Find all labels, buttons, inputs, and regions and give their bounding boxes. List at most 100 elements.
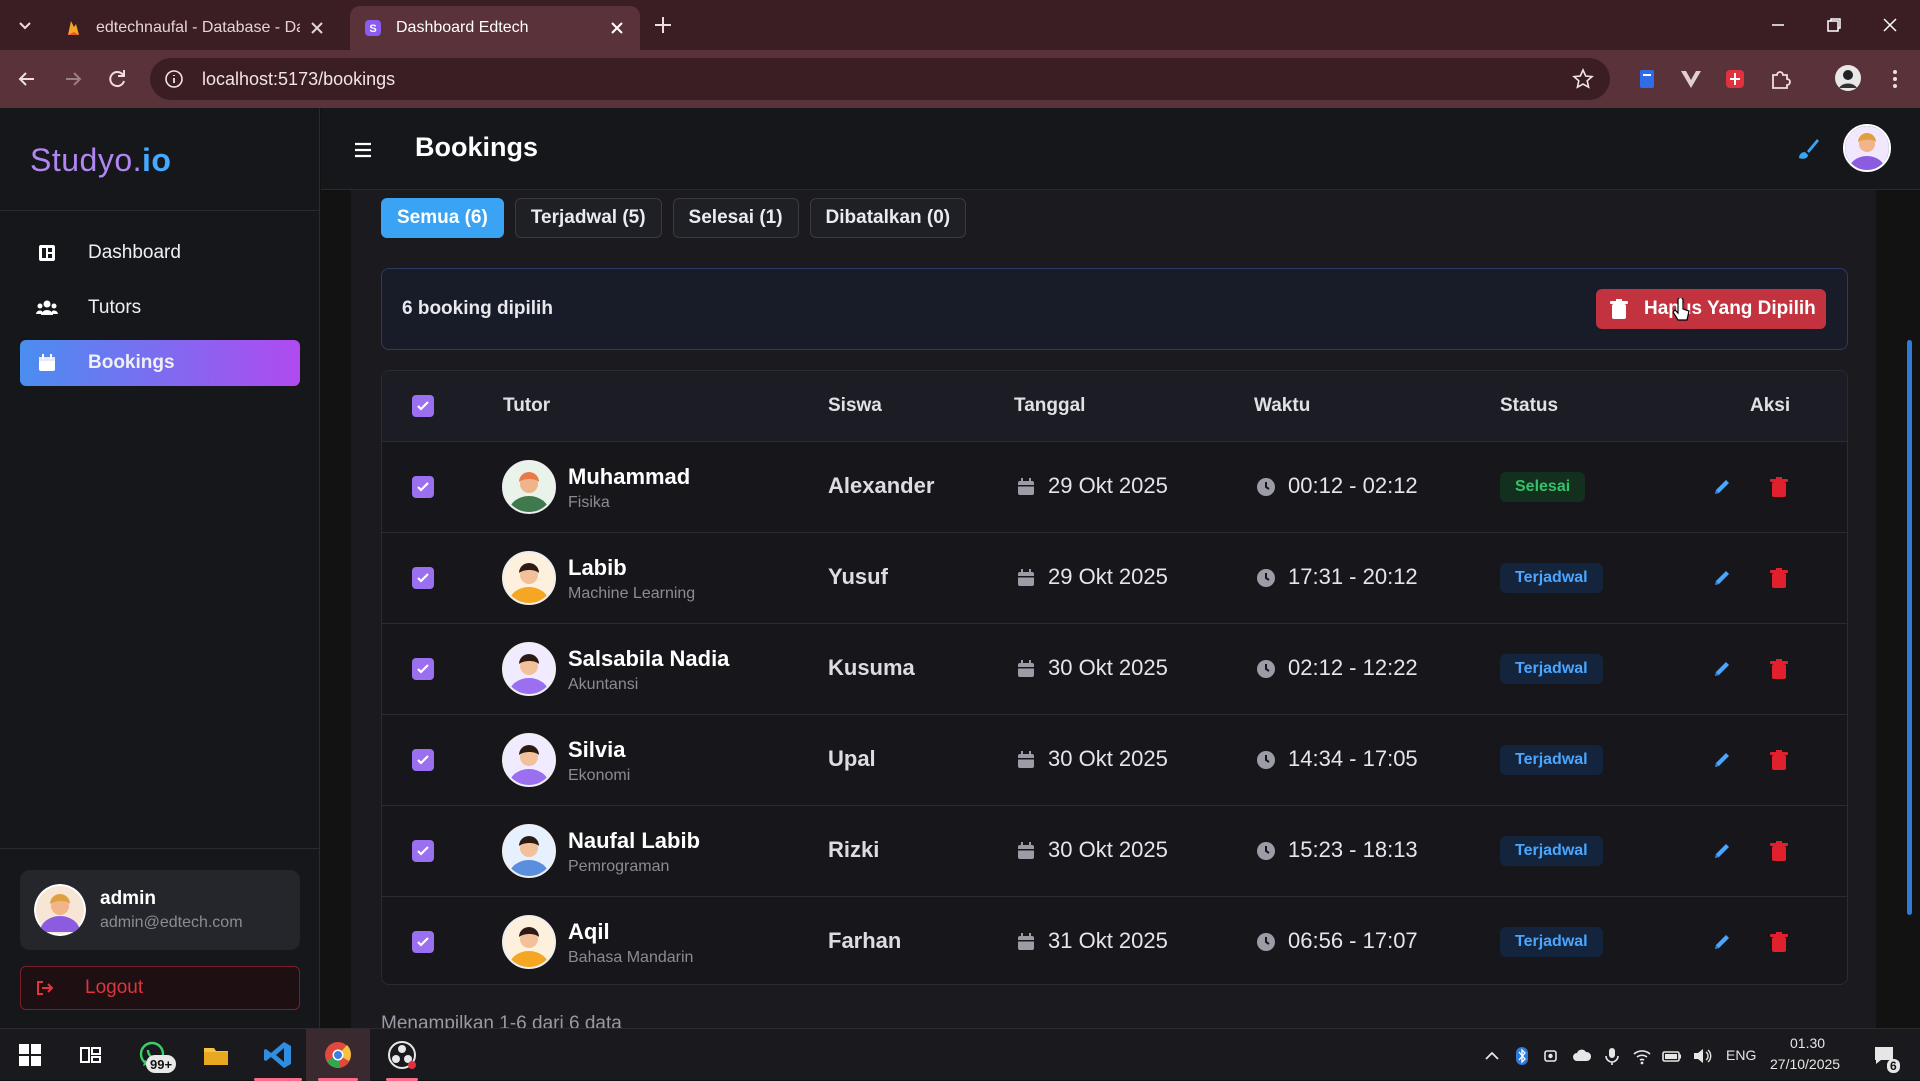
edit-pencil-icon[interactable] — [1712, 659, 1732, 679]
more-menu-icon[interactable] — [1882, 66, 1908, 92]
row-checkbox[interactable] — [412, 476, 434, 498]
logout-button[interactable]: Logout — [20, 966, 300, 1010]
edit-pencil-icon[interactable] — [1712, 477, 1732, 497]
row-checkbox[interactable] — [412, 567, 434, 589]
table-row[interactable]: Labib Machine Learning Yusuf 29 Okt 2025 17:… — [382, 532, 1847, 623]
trash-icon[interactable] — [1770, 750, 1788, 770]
tutor-avatar — [502, 915, 556, 969]
file-explorer-icon[interactable] — [200, 1039, 232, 1071]
filter-all[interactable]: Semua (6) — [381, 198, 504, 238]
minimize-button[interactable] — [1750, 0, 1806, 50]
bookmark-star-icon[interactable] — [1572, 68, 1594, 90]
delete-selected-button[interactable]: Hapus Yang Dipilih — [1596, 289, 1826, 329]
speaker-icon[interactable] — [1692, 1046, 1712, 1066]
gift-extension-icon[interactable] — [1722, 66, 1748, 92]
windows-start-icon[interactable] — [14, 1039, 46, 1071]
row-checkbox[interactable] — [412, 840, 434, 862]
sidebar-item-tutors[interactable]: Tutors — [20, 285, 300, 331]
bluetooth-icon[interactable] — [1512, 1046, 1532, 1066]
column-header-waktu[interactable]: Waktu — [1254, 395, 1310, 417]
table-row[interactable]: Muhammad Fisika Alexander 29 Okt 2025 00:12 … — [382, 441, 1847, 532]
column-header-tutor[interactable]: Tutor — [503, 395, 550, 417]
tutor-subject: Pemrograman — [568, 858, 670, 875]
booking-date: 31 Okt 2025 — [1048, 928, 1168, 953]
row-checkbox[interactable] — [412, 931, 434, 953]
edit-pencil-icon[interactable] — [1712, 932, 1732, 952]
table-row[interactable]: Salsabila Nadia Akuntansi Kusuma 30 Okt 202… — [382, 623, 1847, 714]
vue-extension-icon[interactable] — [1678, 66, 1704, 92]
trash-icon[interactable] — [1770, 659, 1788, 679]
app-logo[interactable]: Studyo.io — [30, 142, 171, 179]
wifi-icon[interactable] — [1632, 1046, 1652, 1066]
chevron-up-icon[interactable] — [1482, 1046, 1502, 1066]
tab-title: edtechnaufal - Database - Data — [96, 19, 300, 36]
column-header-siswa[interactable]: Siswa — [828, 395, 882, 417]
address-bar[interactable]: localhost:5173/bookings — [150, 58, 1610, 100]
language-indicator[interactable]: ENG — [1726, 1047, 1756, 1063]
site-info-icon[interactable] — [164, 69, 184, 89]
trash-icon[interactable] — [1770, 932, 1788, 952]
tutor-avatar — [502, 733, 556, 787]
obs-studio-icon[interactable] — [386, 1039, 418, 1071]
edit-pencil-icon[interactable] — [1712, 568, 1732, 588]
edit-pencil-icon[interactable] — [1712, 750, 1732, 770]
row-checkbox[interactable] — [412, 658, 434, 680]
student-name: Alexander — [828, 473, 935, 498]
student-name: Upal — [828, 746, 876, 771]
clock-date[interactable]: 27/10/2025 — [1770, 1056, 1840, 1072]
close-icon[interactable] — [308, 19, 326, 37]
table-row[interactable]: Aqil Bahasa Mandarin Farhan 31 Okt 2025 06:5… — [382, 896, 1847, 984]
booking-date: 29 Okt 2025 — [1048, 564, 1168, 589]
reload-icon[interactable] — [104, 66, 130, 92]
trash-icon[interactable] — [1770, 841, 1788, 861]
vscode-icon[interactable] — [262, 1039, 294, 1071]
avatar — [504, 462, 554, 512]
column-header-tanggal[interactable]: Tanggal — [1014, 395, 1085, 417]
puzzle-extensions-icon[interactable] — [1768, 66, 1794, 92]
table-row[interactable]: Silvia Ekonomi Upal 30 Okt 2025 14:34 - 17:0… — [382, 714, 1847, 805]
close-icon[interactable] — [608, 19, 626, 37]
edit-pencil-icon[interactable] — [1712, 841, 1732, 861]
clock-icon — [1257, 933, 1275, 951]
column-header-aksi: Aksi — [1750, 395, 1791, 416]
check-icon — [417, 401, 429, 411]
microphone-icon[interactable] — [1602, 1046, 1622, 1066]
restore-button[interactable] — [1806, 0, 1862, 50]
filter-scheduled[interactable]: Terjadwal (5) — [514, 198, 662, 238]
filter-cancelled[interactable]: Dibatalkan (0) — [809, 198, 967, 238]
close-window-button[interactable] — [1862, 0, 1918, 50]
row-checkbox[interactable] — [412, 749, 434, 771]
restore-icon — [1827, 18, 1841, 32]
sidebar-item-bookings[interactable]: Bookings — [20, 340, 300, 386]
user-card[interactable]: admin admin@edtech.com — [20, 870, 300, 950]
tutor-avatar — [502, 642, 556, 696]
battery-icon[interactable] — [1662, 1046, 1682, 1066]
back-arrow-icon[interactable] — [14, 66, 40, 92]
sidebar-item-dashboard[interactable]: Dashboard — [20, 230, 300, 276]
tab-search-button[interactable] — [10, 10, 40, 40]
forward-arrow-icon[interactable] — [60, 66, 86, 92]
cloud-icon[interactable] — [1572, 1046, 1592, 1066]
header-avatar[interactable] — [1843, 124, 1891, 172]
select-all-checkbox[interactable] — [412, 395, 434, 417]
sidebar-item-label: Tutors — [88, 297, 142, 318]
paint-brush-icon[interactable] — [1795, 136, 1821, 162]
camera-icon[interactable] — [1542, 1046, 1562, 1066]
trash-icon[interactable] — [1770, 477, 1788, 497]
docs-extension-icon[interactable] — [1634, 66, 1660, 92]
clock-time[interactable]: 01.30 — [1790, 1035, 1825, 1051]
trash-icon[interactable] — [1770, 568, 1788, 588]
profile-avatar-icon[interactable] — [1834, 64, 1862, 92]
new-tab-icon[interactable] — [650, 12, 676, 38]
hamburger-menu-icon[interactable] — [351, 138, 375, 162]
task-view-icon[interactable] — [74, 1039, 106, 1071]
browser-tab-database[interactable]: edtechnaufal - Database - Data — [50, 6, 340, 50]
chrome-icon[interactable] — [322, 1039, 354, 1071]
clock-icon — [1257, 660, 1275, 678]
browser-tab-dashboard[interactable]: S Dashboard Edtech — [350, 6, 640, 50]
filter-completed[interactable]: Selesai (1) — [672, 198, 799, 238]
table-row[interactable]: Naufal Labib Pemrograman Rizki 30 Okt 2025 1… — [382, 805, 1847, 896]
tutor-subject: Akuntansi — [568, 676, 639, 693]
scrollbar-thumb[interactable] — [1907, 340, 1912, 915]
clock-icon — [1257, 478, 1275, 496]
